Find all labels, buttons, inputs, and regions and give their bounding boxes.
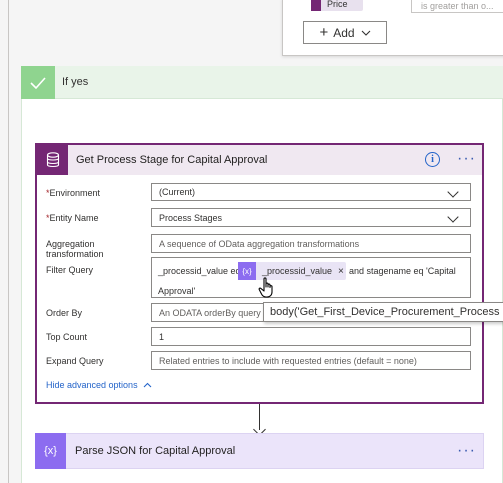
- action-title: Get Process Stage for Capital Approval: [76, 154, 268, 166]
- left-rail: [8, 0, 9, 483]
- entity-name-label: *Entity Name: [46, 213, 99, 223]
- database-icon: [37, 145, 68, 175]
- info-icon[interactable]: i: [425, 152, 440, 167]
- entity-name-value: Process Stages: [159, 212, 223, 223]
- hide-advanced-options-link[interactable]: Hide advanced options: [46, 380, 152, 390]
- price-token[interactable]: Price: [311, 0, 363, 11]
- price-token-label: Price: [327, 0, 348, 9]
- expand-query-input[interactable]: Related entries to include with requeste…: [151, 351, 471, 370]
- filter-query-label: Filter Query: [46, 265, 94, 275]
- more-icon[interactable]: ···: [457, 443, 476, 459]
- check-icon: [21, 66, 55, 99]
- chevron-down-icon: [447, 211, 459, 223]
- operator-dropdown[interactable]: is greater than o...: [411, 0, 503, 13]
- aggregation-input[interactable]: A sequence of OData aggregation transfor…: [151, 234, 471, 253]
- filter-text-after: and stagename eq 'Capital: [349, 266, 456, 276]
- filter-text-line2: Approval': [158, 286, 196, 296]
- order-by-label: Order By: [46, 308, 83, 318]
- top-count-input[interactable]: 1: [151, 327, 471, 346]
- entity-name-dropdown[interactable]: Process Stages: [151, 208, 471, 227]
- top-count-label: Top Count: [46, 332, 88, 342]
- environment-value: (Current): [159, 187, 196, 197]
- chevron-down-icon: [447, 186, 459, 198]
- aggregation-label: Aggregation transformation: [46, 239, 104, 259]
- chevron-down-icon: [361, 30, 370, 36]
- token-tooltip: body('Get_First_Device_Procurement_Proce…: [263, 302, 503, 322]
- close-icon[interactable]: ×: [338, 266, 344, 277]
- processid-token[interactable]: {x} _processid_value ×: [238, 262, 346, 280]
- hand-cursor-icon: [258, 277, 273, 298]
- processid-token-label: _processid_value: [262, 266, 333, 276]
- add-button[interactable]: + Add: [303, 21, 387, 44]
- expression-icon: {x}: [35, 433, 66, 469]
- add-button-label: Add: [333, 25, 355, 40]
- chevron-up-icon: [143, 382, 152, 388]
- expand-query-label: Expand Query: [46, 356, 104, 366]
- plus-icon: +: [319, 23, 329, 41]
- if-yes-header[interactable]: [21, 66, 503, 99]
- more-icon[interactable]: ···: [457, 151, 476, 167]
- expression-icon: {x}: [238, 262, 256, 280]
- dataverse-token-icon: [311, 0, 321, 11]
- hide-advanced-label: Hide advanced options: [46, 380, 138, 390]
- if-yes-label: If yes: [62, 76, 89, 88]
- environment-label: *Environment: [46, 188, 101, 198]
- parse-json-title: Parse JSON for Capital Approval: [75, 445, 236, 457]
- filter-text-before: _processid_value eq: [158, 266, 241, 276]
- environment-dropdown[interactable]: (Current): [151, 183, 471, 201]
